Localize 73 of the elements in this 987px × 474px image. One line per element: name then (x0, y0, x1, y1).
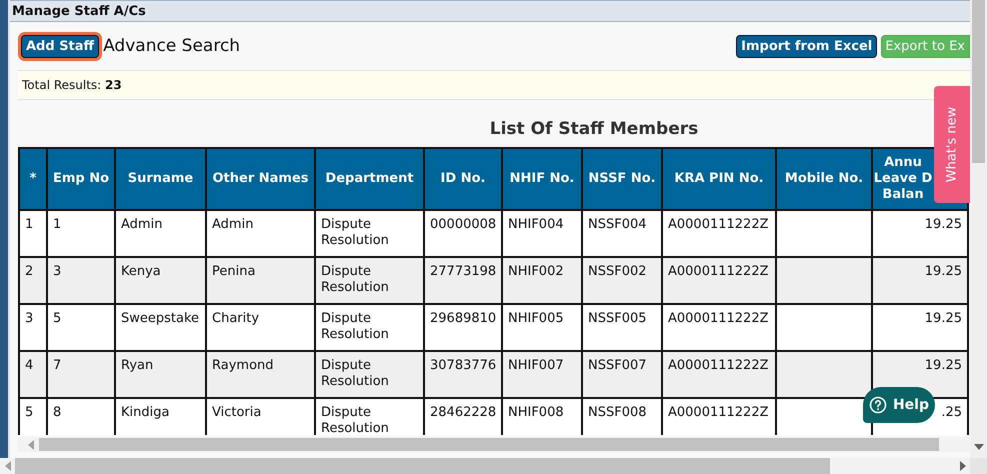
table-cell: 7 (47, 351, 115, 398)
table-cell: 19.25 (872, 304, 968, 351)
action-button[interactable]: Import from Excel (736, 34, 878, 58)
table-cell: A0000111222Z (662, 304, 776, 351)
table-cell: 30783776 (424, 351, 502, 398)
table-cell: Admin (115, 210, 206, 257)
vertical-scrollbar[interactable] (970, 0, 987, 458)
table-cell: Kindiga (115, 398, 206, 435)
column-header[interactable]: Other Names (206, 148, 315, 210)
table-cell: NSSF007 (582, 351, 662, 398)
table-cell: 3 (19, 304, 47, 351)
table-cell: Charity (206, 304, 315, 351)
help-button[interactable]: Help (863, 387, 935, 423)
whats-new-tab[interactable]: What's new (934, 86, 970, 203)
column-header[interactable]: ID No. (424, 148, 502, 210)
table-cell: 8 (47, 398, 115, 435)
table-cell: 19.25 (872, 210, 968, 257)
table-cell: Dispute Resolution (315, 257, 424, 304)
column-header[interactable]: * (19, 148, 47, 210)
table-cell: 4 (19, 351, 47, 398)
total-results: Total Results: 23 (22, 78, 122, 92)
table-cell: NHIF004 (502, 210, 582, 257)
table-cell: 3 (47, 257, 115, 304)
table-cell: Sweepstake (115, 304, 206, 351)
table-cell: Raymond (206, 351, 315, 398)
advance-search-link[interactable]: Advance Search (103, 36, 240, 56)
table-cell: Dispute Resolution (315, 210, 424, 257)
table-cell: Kenya (115, 257, 206, 304)
table-cell: Victoria (206, 398, 315, 435)
table-cell: 27773198 (424, 257, 502, 304)
table-cell: 2 (19, 257, 47, 304)
scroll-right-icon[interactable] (960, 461, 966, 471)
table-cell: 19.25 (872, 257, 968, 304)
table-cell: Admin (206, 210, 315, 257)
scroll-down-icon[interactable] (974, 444, 984, 450)
horizontal-scrollbar[interactable] (0, 458, 970, 474)
table-cell: NSSF004 (582, 210, 662, 257)
table-cell: Dispute Resolution (315, 304, 424, 351)
table-title: List Of Staff Members (490, 119, 698, 139)
table-cell: NSSF005 (582, 304, 662, 351)
table-cell: NHIF005 (502, 304, 582, 351)
column-header[interactable]: NSSF No. (582, 148, 662, 210)
table-cell: 5 (19, 398, 47, 435)
table-cell: Penina (206, 257, 315, 304)
table-cell: NSSF002 (582, 257, 662, 304)
panel-title: Manage Staff A/Cs (12, 4, 146, 18)
table-cell: NHIF002 (502, 257, 582, 304)
table-cell: A0000111222Z (662, 210, 776, 257)
table-cell: 29689810 (424, 304, 502, 351)
column-header[interactable]: Emp No (47, 148, 115, 210)
column-header[interactable]: KRA PIN No. (662, 148, 776, 210)
table-cell: 1 (47, 210, 115, 257)
column-header[interactable]: NHIF No. (502, 148, 582, 210)
table-cell: 00000008 (424, 210, 502, 257)
table-cell: NSSF008 (582, 398, 662, 435)
column-header[interactable]: Department (315, 148, 424, 210)
column-header[interactable]: Mobile No. (776, 148, 872, 210)
table-cell: Dispute Resolution (315, 398, 424, 435)
table-cell: NHIF008 (502, 398, 582, 435)
table-cell: 1 (19, 210, 47, 257)
column-header[interactable]: Surname (115, 148, 206, 210)
table-cell: A0000111222Z (662, 398, 776, 435)
table-cell: Dispute Resolution (315, 351, 424, 398)
table-cell: NHIF007 (502, 351, 582, 398)
table-cell: 28462228 (424, 398, 502, 435)
help-icon (868, 396, 887, 414)
scroll-left-icon[interactable] (28, 440, 34, 450)
table-cell: Ryan (115, 351, 206, 398)
table-cell: 5 (47, 304, 115, 351)
table-cell: A0000111222Z (662, 351, 776, 398)
table-cell: A0000111222Z (662, 257, 776, 304)
horizontal-scrollbar[interactable] (18, 437, 970, 452)
scroll-left-icon[interactable] (5, 461, 11, 471)
